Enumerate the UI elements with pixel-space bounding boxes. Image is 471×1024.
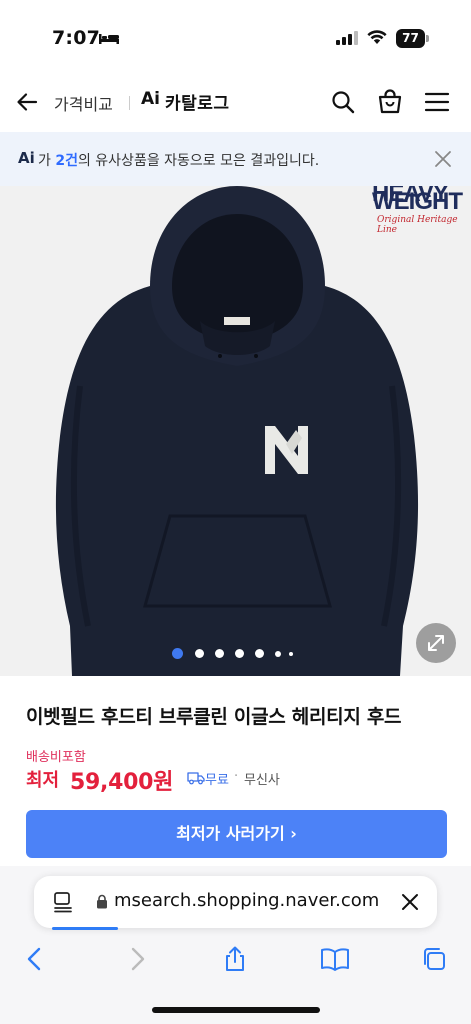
page-load-progress bbox=[52, 927, 118, 930]
lowest-price-label: 최저 bbox=[26, 770, 60, 791]
banner-message: 가 2건의 유사상품을 자동으로 모은 결과입니다. bbox=[38, 150, 319, 170]
close-tab-icon[interactable] bbox=[400, 892, 420, 912]
back-arrow-icon[interactable] bbox=[15, 90, 39, 114]
separator-dot: · bbox=[234, 769, 239, 784]
hoodie-product-image bbox=[55, 186, 419, 676]
sleep-mode-icon bbox=[99, 34, 119, 44]
brand-tagline: Original Heritage Line bbox=[377, 215, 458, 235]
address-bar[interactable]: msearch.shopping.naver.com bbox=[34, 876, 437, 928]
buy-lowest-price-button[interactable]: 최저가 사러가기 › bbox=[26, 810, 447, 858]
search-icon[interactable] bbox=[331, 90, 355, 114]
banner-ai-badge: Ai bbox=[18, 149, 35, 167]
delivery-truck-icon bbox=[187, 772, 205, 785]
header-divider bbox=[129, 96, 130, 110]
tabs-icon[interactable] bbox=[421, 946, 447, 972]
carousel-dot[interactable] bbox=[215, 649, 224, 658]
lowest-price-value: 59,400원 bbox=[70, 770, 174, 795]
share-icon[interactable] bbox=[222, 946, 248, 972]
home-indicator bbox=[152, 1007, 320, 1013]
shopping-bag-icon[interactable] bbox=[377, 88, 403, 114]
banner-prefix: 가 bbox=[38, 153, 56, 169]
similar-count: 2건 bbox=[55, 153, 78, 169]
reader-mode-icon[interactable] bbox=[52, 891, 74, 913]
expand-icon bbox=[428, 635, 444, 651]
status-bar: 7:07 77 bbox=[0, 0, 471, 70]
forward-chevron-icon[interactable] bbox=[124, 946, 150, 972]
battery-level: 77 bbox=[396, 29, 425, 48]
carousel-dot[interactable] bbox=[255, 649, 264, 658]
free-shipping-label: 무료 bbox=[205, 773, 229, 788]
browser-toolbar bbox=[0, 938, 471, 978]
carousel-dot[interactable] bbox=[195, 649, 204, 658]
carousel-dot[interactable] bbox=[275, 651, 281, 657]
browser-bottom-bar: msearch.shopping.naver.com bbox=[0, 866, 471, 1024]
price-compare-link[interactable]: 가격비교 bbox=[54, 91, 113, 115]
status-time: 7:07 bbox=[52, 27, 101, 49]
carousel-dot-active[interactable] bbox=[172, 648, 183, 659]
header-ai-label: Ai bbox=[141, 89, 160, 109]
battery-icon: 77 bbox=[396, 29, 430, 48]
lock-icon bbox=[97, 894, 107, 909]
carousel-dot[interactable] bbox=[235, 649, 244, 658]
shipping-included-tag: 배송비포함 bbox=[26, 750, 86, 765]
cellular-signal-icon bbox=[336, 31, 358, 45]
carousel-dot[interactable] bbox=[289, 652, 293, 656]
url-text[interactable]: msearch.shopping.naver.com bbox=[114, 890, 379, 911]
product-title: 이벳필드 후드티 브루클린 이글스 헤리티지 후드 bbox=[26, 706, 402, 728]
ai-info-banner: Ai 가 2건의 유사상품을 자동으로 모은 결과입니다. bbox=[0, 132, 471, 186]
bookmarks-icon[interactable] bbox=[320, 946, 350, 972]
wifi-icon bbox=[367, 30, 387, 44]
page-title: 카탈로그 bbox=[165, 94, 230, 114]
hamburger-menu-icon[interactable] bbox=[424, 91, 450, 113]
close-icon[interactable] bbox=[432, 148, 454, 170]
store-name[interactable]: 무신사 bbox=[244, 769, 280, 788]
product-image-carousel[interactable]: HEAVY WEIGHT Original Heritage Line bbox=[0, 186, 471, 676]
brand-weight-text: WEIGHT bbox=[372, 188, 463, 215]
app-header: 가격비교 Ai 카탈로그 bbox=[0, 70, 471, 132]
back-chevron-icon[interactable] bbox=[22, 946, 48, 972]
banner-suffix: 의 유사상품을 자동으로 모은 결과입니다. bbox=[77, 153, 320, 169]
expand-image-button[interactable] bbox=[416, 623, 456, 663]
